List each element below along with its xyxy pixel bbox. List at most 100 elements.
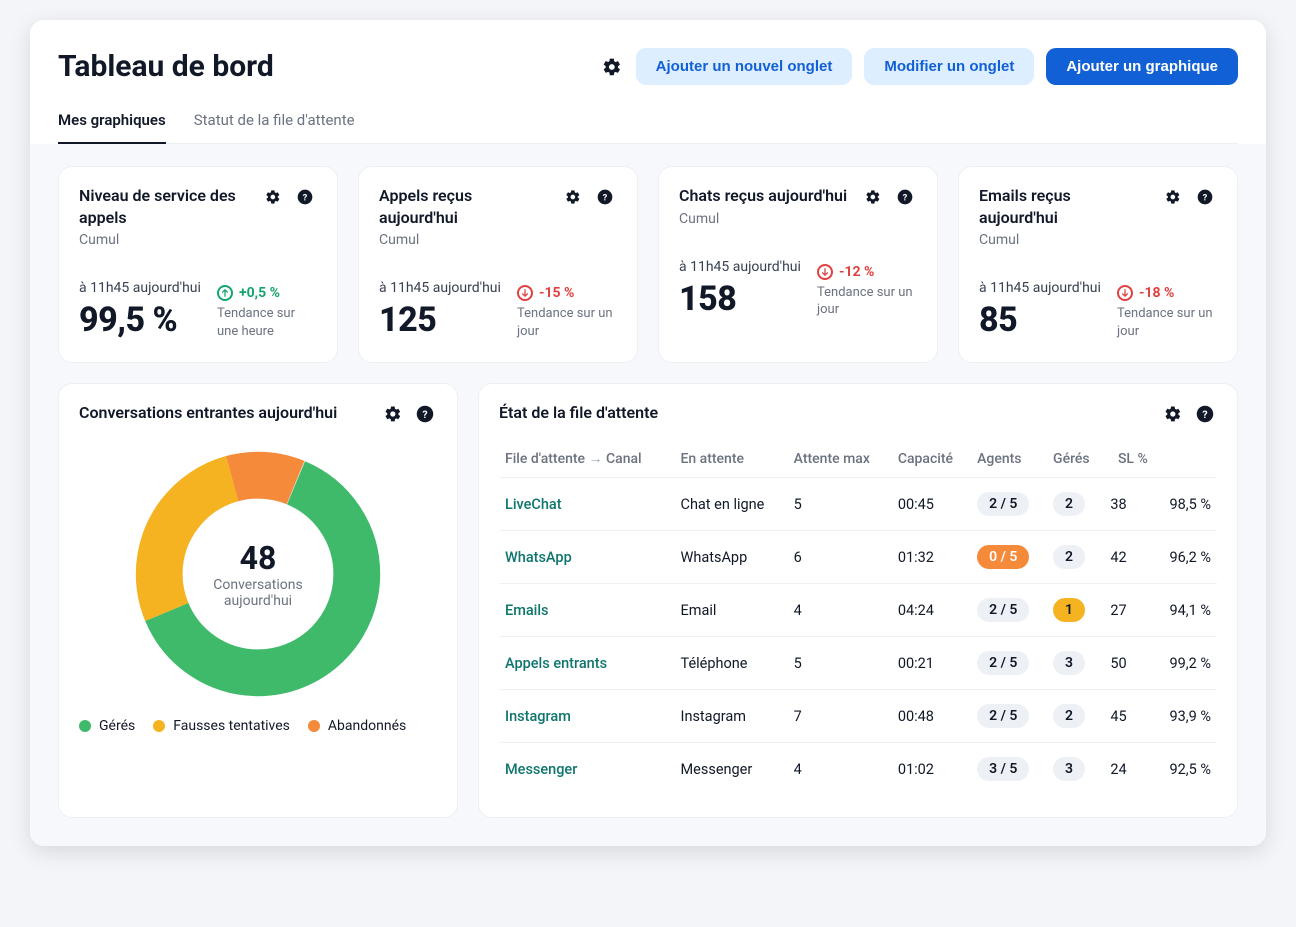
cell-sl: 93,9 % — [1154, 690, 1217, 743]
svg-text:?: ? — [603, 192, 608, 203]
trend-label: Tendance sur un jour — [517, 305, 617, 340]
arrow-down-icon — [817, 264, 833, 280]
agents-pill: 3 — [1053, 757, 1085, 781]
gear-icon[interactable] — [1161, 402, 1185, 426]
kpi-value: 158 — [679, 279, 801, 319]
cell-channel: WhatsApp — [675, 531, 788, 584]
add-tab-button[interactable]: Ajouter un nouvel onglet — [636, 48, 853, 85]
dashboard-body: Niveau de service des appels Cumul ? à 1… — [30, 144, 1266, 846]
gear-icon[interactable] — [381, 402, 405, 426]
cell-sl: 99,2 % — [1154, 637, 1217, 690]
legend-item: Abandonnés — [308, 718, 406, 734]
cell-maxwait: 01:32 — [892, 531, 971, 584]
trend-badge: -12 % — [817, 264, 874, 280]
kpi-sub: Cumul — [679, 211, 847, 227]
cell-waiting: 7 — [788, 690, 892, 743]
help-icon[interactable]: ? — [1193, 185, 1217, 209]
legend-label: Fausses tentatives — [173, 718, 290, 734]
capacity-pill: 2 / 5 — [977, 492, 1029, 516]
table-row: WhatsApp WhatsApp 6 01:32 0 / 5 2 42 96,… — [499, 531, 1217, 584]
help-icon[interactable]: ? — [413, 402, 437, 426]
trend-value: +0,5 % — [239, 285, 280, 301]
trend-value: -15 % — [539, 285, 574, 301]
queue-link[interactable]: Emails — [505, 602, 549, 619]
col-maxwait[interactable]: Attente max — [788, 440, 892, 478]
gear-icon[interactable] — [261, 185, 285, 209]
queue-link[interactable]: Messenger — [505, 761, 577, 778]
help-icon[interactable]: ? — [1193, 402, 1217, 426]
col-waiting[interactable]: En attente — [675, 440, 788, 478]
donut-center-label-1: Conversations — [213, 577, 302, 593]
help-icon[interactable]: ? — [293, 185, 317, 209]
col-sl[interactable]: SL % — [1104, 440, 1153, 478]
kpi-value: 125 — [379, 300, 501, 340]
col-capacity[interactable]: Capacité — [892, 440, 971, 478]
edit-tab-button[interactable]: Modifier un onglet — [864, 48, 1034, 85]
gear-icon[interactable] — [1161, 185, 1185, 209]
arrow-up-icon — [217, 285, 233, 301]
kpi-time: à 11h45 aujourd'hui — [379, 280, 501, 296]
gear-icon[interactable] — [600, 55, 624, 79]
cell-sl: 94,1 % — [1154, 584, 1217, 637]
gear-icon[interactable] — [561, 185, 585, 209]
svg-text:?: ? — [1202, 408, 1207, 421]
queue-link[interactable]: Appels entrants — [505, 655, 607, 672]
header: Tableau de bord Ajouter un nouvel onglet… — [58, 48, 1238, 85]
svg-text:?: ? — [903, 192, 908, 203]
legend-dot-icon — [308, 720, 320, 732]
cell-maxwait: 00:45 — [892, 478, 971, 531]
queue-link[interactable]: Instagram — [505, 708, 571, 725]
svg-text:?: ? — [303, 192, 308, 203]
kpi-time: à 11h45 aujourd'hui — [979, 280, 1101, 296]
queue-tbody: LiveChat Chat en ligne 5 00:45 2 / 5 2 3… — [499, 478, 1217, 796]
capacity-pill: 2 / 5 — [977, 704, 1029, 728]
agents-pill: 2 — [1053, 545, 1085, 569]
cell-sl: 96,2 % — [1154, 531, 1217, 584]
agents-pill: 2 — [1053, 492, 1085, 516]
queue-link[interactable]: WhatsApp — [505, 549, 572, 566]
cell-maxwait: 01:02 — [892, 743, 971, 796]
kpi-card: Appels reçus aujourd'hui Cumul ? à 11h45… — [358, 166, 638, 363]
add-chart-button[interactable]: Ajouter un graphique — [1046, 48, 1238, 85]
trend-badge: +0,5 % — [217, 285, 280, 301]
arrow-down-icon — [517, 285, 533, 301]
cell-sl: 92,5 % — [1154, 743, 1217, 796]
cell-channel: Messenger — [675, 743, 788, 796]
cell-waiting: 4 — [788, 584, 892, 637]
kpi-title: Niveau de service des appels — [79, 185, 253, 228]
arrow-down-icon — [1117, 285, 1133, 301]
col-handled[interactable]: Gérés — [1047, 440, 1104, 478]
kpi-row: Niveau de service des appels Cumul ? à 1… — [58, 166, 1238, 363]
cell-channel: Email — [675, 584, 788, 637]
col-queue[interactable]: File d'attente → Canal — [499, 440, 675, 478]
trend-badge: -18 % — [1117, 285, 1174, 301]
tab-queue-status[interactable]: Statut de la file d'attente — [194, 111, 355, 143]
kpi-sub: Cumul — [979, 232, 1153, 248]
trend-value: -18 % — [1139, 285, 1174, 301]
capacity-pill: 2 / 5 — [977, 598, 1029, 622]
trend-badge: -15 % — [517, 285, 574, 301]
kpi-sub: Cumul — [379, 232, 553, 248]
help-icon[interactable]: ? — [593, 185, 617, 209]
cell-channel: Instagram — [675, 690, 788, 743]
legend-label: Abandonnés — [328, 718, 406, 734]
trend-label: Tendance sur un jour — [817, 284, 917, 319]
svg-text:?: ? — [422, 408, 427, 421]
queue-title: État de la file d'attente — [499, 402, 658, 424]
queue-table: File d'attente → Canal En attente Attent… — [499, 440, 1217, 795]
tab-my-charts[interactable]: Mes graphiques — [58, 111, 166, 143]
cell-handled: 27 — [1104, 584, 1153, 637]
gear-icon[interactable] — [861, 185, 885, 209]
trend-label: Tendance sur un jour — [1117, 305, 1217, 340]
kpi-card: Chats reçus aujourd'hui Cumul ? à 11h45 … — [658, 166, 938, 363]
legend-dot-icon — [79, 720, 91, 732]
queue-link[interactable]: LiveChat — [505, 496, 562, 513]
row-2: Conversations entrantes aujourd'hui ? — [58, 383, 1238, 818]
cell-handled: 50 — [1104, 637, 1153, 690]
agents-pill: 1 — [1053, 598, 1085, 622]
cell-waiting: 6 — [788, 531, 892, 584]
svg-text:?: ? — [1203, 192, 1208, 203]
trend-label: Tendance sur une heure — [217, 305, 317, 340]
help-icon[interactable]: ? — [893, 185, 917, 209]
col-agents[interactable]: Agents — [971, 440, 1047, 478]
